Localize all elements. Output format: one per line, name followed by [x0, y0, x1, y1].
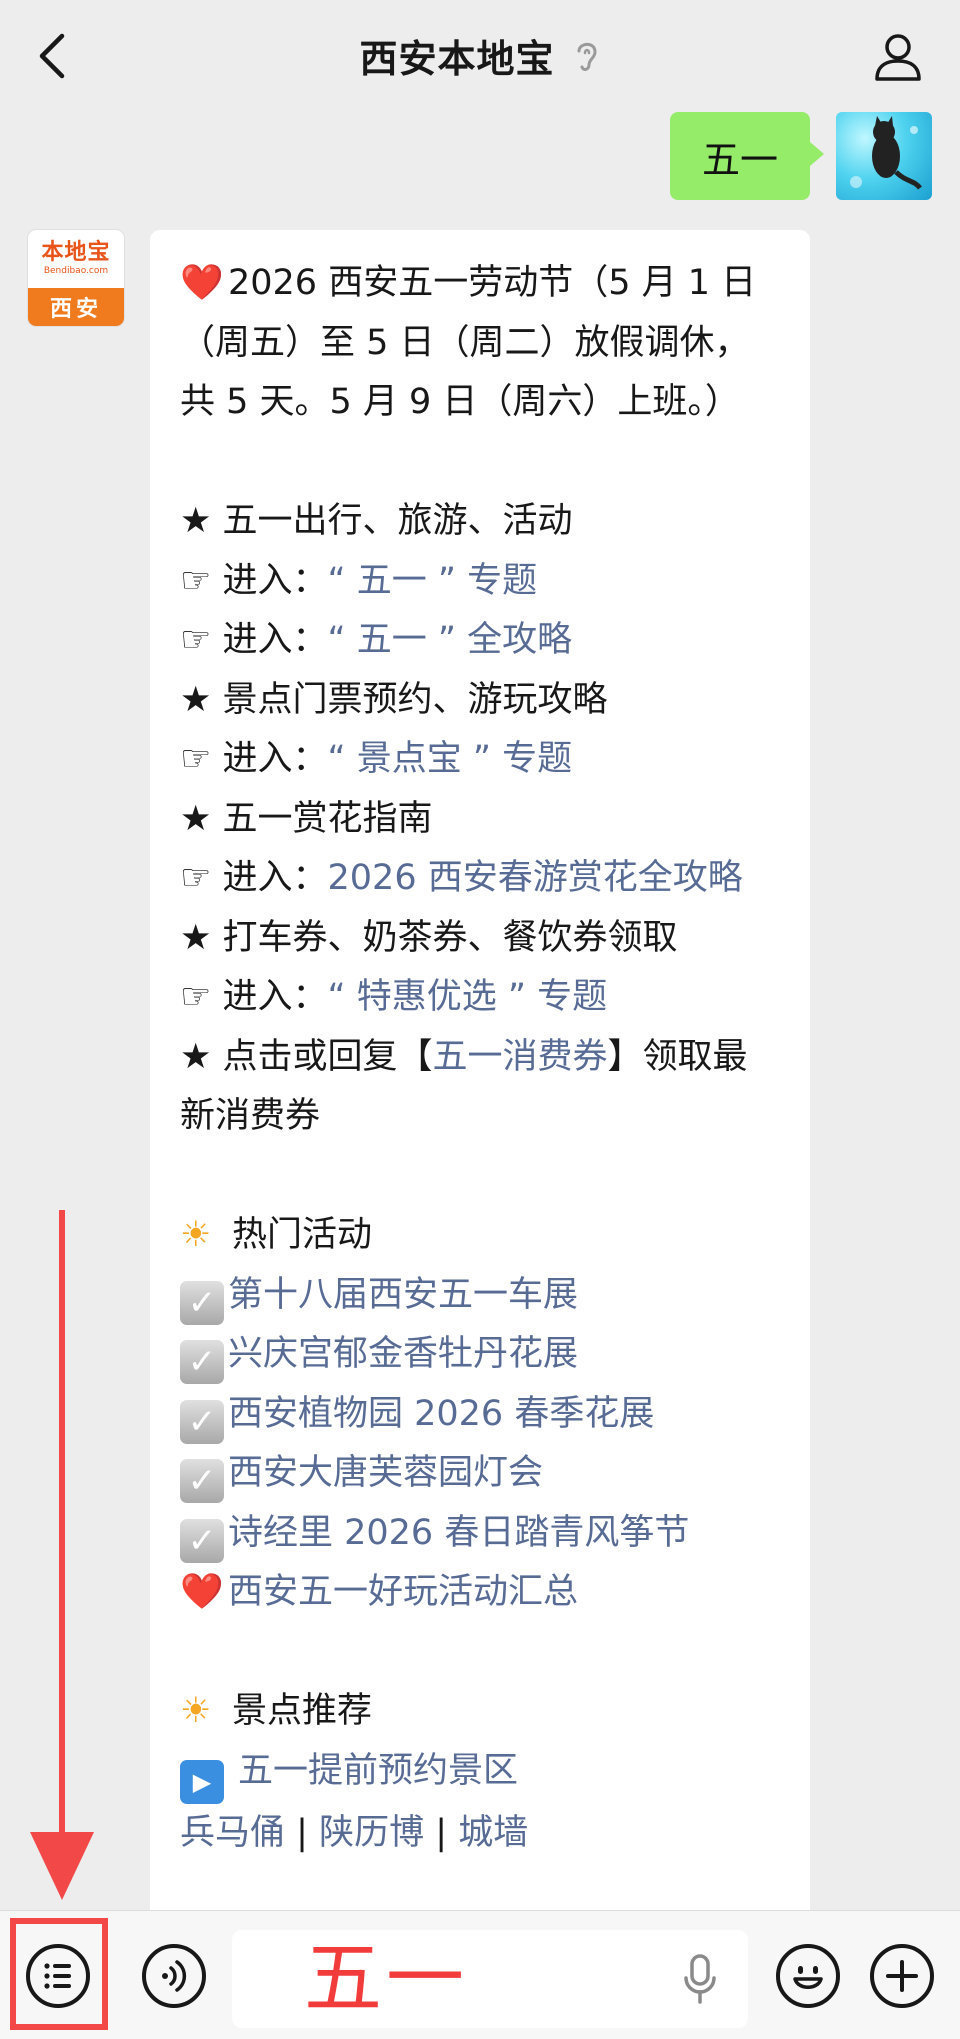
link-prefix: ☞ 进入： — [180, 977, 328, 1017]
checkbox-icon: ✓ — [180, 1399, 224, 1444]
link-row: ☞ 进入：“ 五一 ” 专题 — [180, 552, 782, 612]
section-heading: ★ 打车券、奶茶券、餐饮券领取 — [180, 917, 678, 958]
discount-topic-link[interactable]: “ 特惠优选 ” 专题 — [328, 977, 608, 1017]
museum-link[interactable]: 陕历博 — [319, 1813, 424, 1853]
activity-link[interactable]: 诗经里 2026 春日踏青风筝节 — [228, 1513, 689, 1553]
chat-title: 西安本地宝 — [359, 37, 555, 81]
wuyi-guide-link[interactable]: “ 五一 ” 全攻略 — [328, 620, 573, 660]
chat-header: 西安本地宝 — [0, 0, 960, 112]
activity-item: ❤️ 西安五一好玩活动汇总 — [180, 1563, 782, 1623]
heart-icon: ❤️ — [180, 1572, 224, 1612]
intro-text: 2026 西安五一劳动节（5 月 1 日（周五）至 5 日（周二）放假调休，共 … — [180, 263, 757, 422]
plus-icon — [886, 1960, 918, 1992]
user-message-bubble[interactable]: 五一 — [670, 112, 824, 200]
coupon-row: ★ 点击或回复【五一消费券】领取最新消费券 — [180, 1036, 748, 1137]
section-heading: ★ 五一赏花指南 — [180, 798, 433, 839]
play-icon: ▶ — [180, 1759, 224, 1804]
checkbox-icon: ✓ — [180, 1459, 224, 1503]
checkbox-icon: ✓ — [180, 1340, 224, 1384]
spot-item: ▶ 五一提前预约景区 — [180, 1742, 782, 1804]
spots-heading: ☀ 景点推荐 — [180, 1682, 782, 1742]
message-input-value: 五一 — [304, 1934, 469, 2024]
heart-icon: ❤️ — [180, 263, 224, 303]
avatar-city: 西安 — [28, 288, 124, 326]
activity-item: ✓ 兴庆宫郁金香牡丹花展 — [180, 1325, 782, 1385]
activity-summary-link[interactable]: 西安五一好玩活动汇总 — [228, 1572, 578, 1612]
activity-item: ✓ 西安植物园 2026 春季花展 — [180, 1385, 782, 1445]
profile-icon[interactable] — [872, 30, 924, 82]
microphone-icon[interactable] — [682, 1952, 718, 2006]
annotation-arrow-head — [30, 1832, 94, 1900]
link-prefix: ☞ 进入： — [180, 858, 328, 898]
activity-link[interactable]: 西安植物园 2026 春季花展 — [228, 1394, 654, 1434]
sun-icon: ☀ — [180, 1215, 212, 1255]
reservation-link[interactable]: 五一提前预约景区 — [238, 1751, 518, 1791]
section-heading: ★ 景点门票预约、游玩攻略 — [180, 679, 608, 720]
activity-link[interactable]: 第十八届西安五一车展 — [228, 1275, 578, 1315]
ear-mode-icon — [577, 42, 597, 71]
activity-link[interactable]: 兴庆宫郁金香牡丹花展 — [228, 1334, 578, 1374]
checkbox-icon: ✓ — [180, 1280, 224, 1325]
checkbox-icon: ✓ — [180, 1518, 224, 1563]
user-message-text: 五一 — [701, 137, 778, 182]
intro-paragraph: ❤️ 2026 西安五一劳动节（5 月 1 日（周五）至 5 日（周二）放假调休，… — [180, 254, 782, 433]
scenic-topic-link[interactable]: “ 景点宝 ” 专题 — [328, 739, 573, 779]
activity-link[interactable]: 西安大唐芙蓉园灯会 — [228, 1453, 543, 1493]
user-avatar[interactable] — [836, 112, 932, 200]
city-wall-link[interactable]: 城墙 — [458, 1813, 528, 1853]
section-heading: ★ 五一出行、旅游、活动 — [180, 501, 573, 541]
link-prefix: ☞ 进入： — [180, 739, 328, 779]
link-row: ☞ 进入：“ 五一 ” 全攻略 — [180, 611, 782, 671]
spot-links-row: 兵马俑 | 陕历博 | 城墙 — [180, 1804, 782, 1864]
voice-wave-icon — [162, 1960, 187, 1992]
separator: | — [435, 1812, 448, 1853]
activity-item: ✓ 西安大唐芙蓉园灯会 — [180, 1444, 782, 1504]
sun-icon: ☀ — [180, 1691, 212, 1731]
cat-avatar-icon — [850, 116, 922, 190]
avatar-logo-url: Bendibao.com — [43, 266, 109, 276]
link-prefix: ☞ 进入： — [180, 620, 328, 660]
menu-button-highlight — [10, 1918, 108, 2030]
separator: | — [296, 1812, 308, 1853]
wuyi-topic-link[interactable]: “ 五一 ” 专题 — [328, 561, 538, 601]
official-account-avatar[interactable]: 本地宝 Bendibao.com 西安 — [28, 230, 124, 326]
link-row: ☞ 进入：“ 景点宝 ” 专题 — [180, 730, 782, 790]
more-button[interactable] — [870, 1944, 934, 2008]
avatar-logo-text: 本地宝 — [41, 240, 111, 265]
coupon-keyword-link[interactable]: 五一消费券 — [433, 1037, 608, 1077]
activity-item: ✓ 诗经里 2026 春日踏青风筝节 — [180, 1504, 782, 1564]
bot-message-bubble: ❤️ 2026 西安五一劳动节（5 月 1 日（周五）至 5 日（周二）放假调休，… — [150, 230, 810, 1930]
link-prefix: ☞ 进入： — [180, 560, 328, 601]
emoji-button[interactable] — [776, 1944, 840, 2008]
activity-item: ✓ 第十八届西安五一车展 — [180, 1266, 782, 1326]
voice-input-button[interactable] — [142, 1944, 206, 2008]
terracotta-link[interactable]: 兵马俑 — [180, 1813, 285, 1853]
link-row: ☞ 进入：“ 特惠优选 ” 专题 — [180, 968, 782, 1028]
link-row: ☞ 进入：2026 西安春游赏花全攻略 — [180, 849, 782, 909]
annotation-arrow-shaft — [59, 1210, 65, 1860]
smiley-icon — [793, 1966, 823, 1989]
flower-guide-link[interactable]: 2026 西安春游赏花全攻略 — [328, 858, 743, 898]
hot-activities-heading: ☀ 热门活动 — [180, 1206, 782, 1266]
message-input[interactable]: 五一 — [232, 1930, 748, 2028]
